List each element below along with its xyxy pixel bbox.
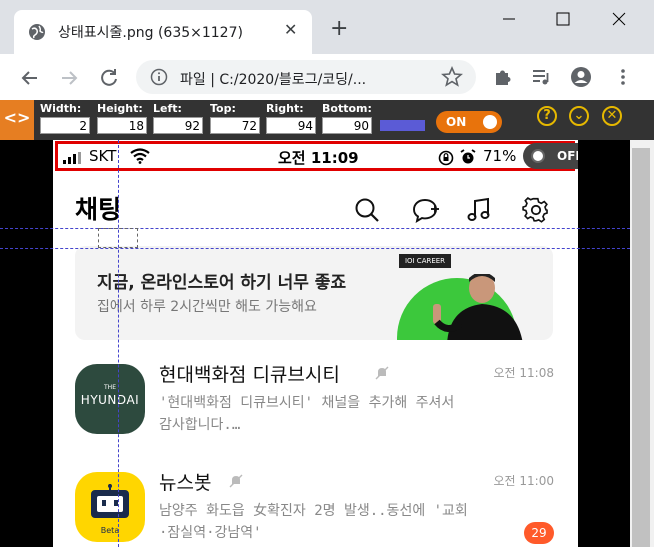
right-field: Right: 94 [266, 102, 316, 134]
guide-toggle-on[interactable]: ON [436, 111, 502, 133]
media-playlist-icon[interactable] [530, 66, 552, 88]
window-close-icon[interactable] [608, 8, 630, 30]
tab-close-icon[interactable]: ✕ [284, 20, 297, 39]
chat-preview: 남양주 화도읍 女확진자 2명 발생..동선에 '교회·잠실역·강남역' [159, 503, 468, 541]
top-input[interactable]: 72 [210, 117, 260, 134]
tab-title: 상태표시줄.png (635×1127) [58, 25, 243, 41]
left-input[interactable]: 92 [153, 117, 203, 134]
chat-item[interactable]: Beta 뉴스봇 오전 11:00 남양주 화도읍 女확진자 2명 발생..동선… [53, 464, 578, 547]
more-menu-icon[interactable] [612, 66, 634, 88]
battery-percent: 71% [483, 147, 517, 165]
status-bar: SKT 오전 11:09 71% [55, 141, 575, 171]
banner-title: 지금, 온라인스토어 하기 너무 좋죠 [97, 273, 347, 293]
overlay-toggle-off[interactable]: OFF [523, 143, 578, 169]
ad-banner[interactable]: 지금, 온라인스토어 하기 너무 좋죠 집에서 하루 2시간씩만 해도 가능해요… [75, 246, 553, 340]
browser-toolbar: 파일 | C:/2020/블로그/코딩/... [0, 54, 654, 100]
globe-icon [29, 24, 45, 40]
mute-bell-icon [375, 366, 389, 380]
extensions-puzzle-icon[interactable] [492, 66, 514, 88]
chat-name: 뉴스봇 [159, 472, 212, 494]
left-field: Left: 92 [153, 102, 203, 134]
page-scrollbar[interactable] [630, 140, 654, 547]
info-icon[interactable] [150, 68, 168, 86]
width-input[interactable]: 2 [40, 117, 90, 134]
ruler-guide-horizontal [0, 248, 630, 249]
height-input[interactable]: 18 [97, 117, 147, 134]
bottom-input[interactable]: 90 [322, 117, 372, 134]
music-icon[interactable] [465, 196, 493, 224]
minimize-icon[interactable] [498, 8, 520, 30]
profile-avatar-icon[interactable] [570, 66, 592, 88]
chat-name: 현대백화점 디큐브시티 [159, 364, 340, 386]
settings-gear-icon[interactable] [522, 196, 550, 224]
scrollbar-thumb[interactable] [632, 148, 650, 547]
wifi-icon [130, 148, 150, 164]
chat-item[interactable]: THE HYUNDAI 현대백화점 디큐브시티 오전 11:08 '현대백화점 … [53, 356, 578, 466]
robot-face-icon [91, 484, 129, 518]
reload-icon[interactable] [97, 66, 121, 90]
close-extension-icon[interactable]: ✕ [602, 106, 622, 126]
unread-badge: 29 [524, 522, 554, 544]
collapse-icon[interactable]: ⌄ [569, 106, 589, 126]
help-icon[interactable]: ? [537, 106, 557, 126]
extension-logo-icon[interactable]: <> [0, 100, 34, 140]
hyundai-avatar: THE HYUNDAI [75, 364, 145, 434]
back-arrow-icon[interactable] [18, 66, 42, 90]
ruler-selection-box [98, 228, 138, 248]
status-time: 오전 11:09 [278, 149, 359, 167]
banner-subtitle: 집에서 하루 2시간씩만 해도 가능해요 [97, 299, 317, 315]
url-text: 파일 | C:/2020/블로그/코딩/... [180, 72, 367, 88]
phone-screenshot: SKT 오전 11:09 71% OFF 채팅 [53, 140, 578, 547]
mute-bell-icon [229, 474, 243, 488]
tab-strip: 상태표시줄.png (635×1127) ✕ + [0, 0, 654, 54]
top-field: Top: 72 [210, 102, 260, 134]
bottom-field: Bottom: 90 [322, 102, 372, 134]
signal-icon [63, 152, 81, 164]
color-swatch[interactable] [380, 120, 425, 131]
new-chat-icon[interactable] [411, 196, 439, 224]
alarm-clock-icon [460, 149, 476, 164]
search-icon[interactable] [353, 196, 381, 224]
chat-preview: '현대백화점 디큐브시티' 채널을 추가해 주셔서 감사합니다.… [159, 395, 455, 433]
chat-time: 오전 11:00 [493, 474, 554, 488]
height-field: Height: 18 [97, 102, 147, 134]
newsbot-avatar: Beta [75, 472, 145, 542]
ruler-guide-horizontal [0, 228, 630, 229]
maximize-icon[interactable] [552, 8, 574, 30]
carrier-label: SKT [89, 147, 117, 165]
width-field: Width: 2 [40, 102, 90, 134]
right-input[interactable]: 94 [266, 117, 316, 134]
address-bar[interactable]: 파일 | C:/2020/블로그/코딩/... [136, 60, 476, 94]
forward-arrow-icon[interactable] [57, 66, 81, 90]
banner-tag: IOI CAREER [399, 254, 451, 268]
rotation-lock-icon [438, 150, 454, 166]
ruler-guide-vertical [118, 140, 119, 547]
new-tab-button[interactable]: + [330, 18, 348, 40]
bookmark-star-icon[interactable] [441, 66, 463, 88]
browser-tab[interactable]: 상태표시줄.png (635×1127) ✕ [14, 10, 312, 54]
banner-person-image [433, 274, 523, 340]
page-title: 채팅 [75, 195, 122, 224]
chat-time: 오전 11:08 [493, 366, 554, 380]
